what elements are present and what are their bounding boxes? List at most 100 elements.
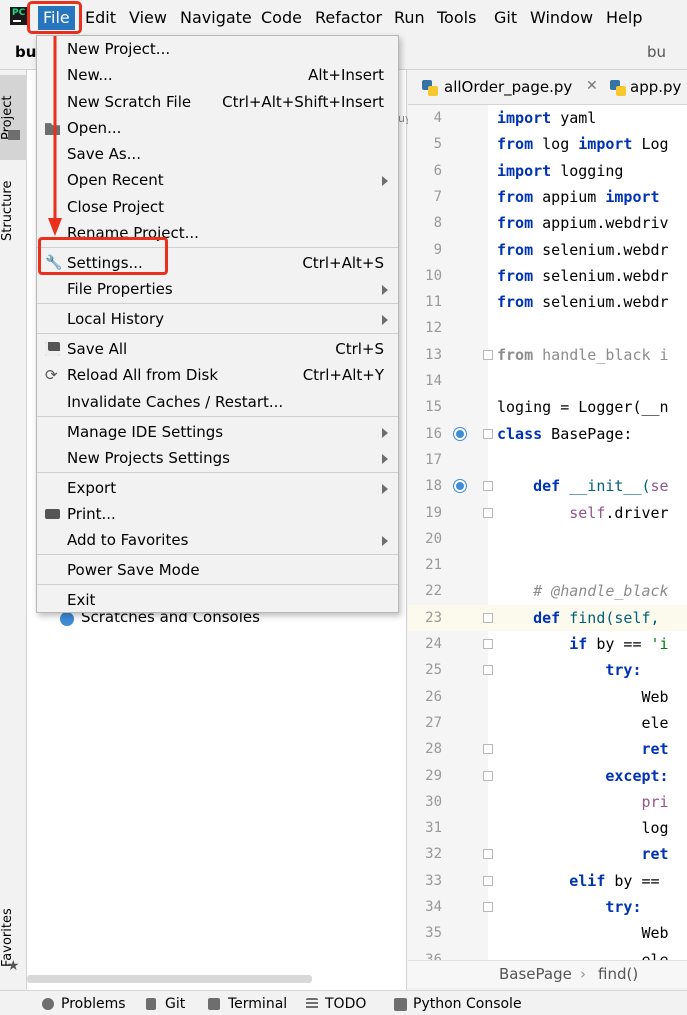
menu-item-file-properties[interactable]: File Properties bbox=[37, 276, 398, 302]
fold-marker-icon[interactable] bbox=[483, 770, 493, 781]
menu-separator bbox=[37, 416, 398, 417]
fold-marker-icon[interactable] bbox=[483, 349, 493, 360]
menu-item-save-as[interactable]: Save As... bbox=[37, 141, 398, 167]
structure-tab-label: Structure bbox=[0, 180, 15, 241]
menu-item-manage-ide-settings[interactable]: Manage IDE Settings bbox=[37, 419, 398, 445]
menu-item-label: Invalidate Caches / Restart... bbox=[67, 393, 284, 411]
code-line: 4 import yaml bbox=[408, 105, 687, 131]
menu-item-export[interactable]: Export bbox=[37, 475, 398, 501]
menu-item-save-all[interactable]: Save All Ctrl+S bbox=[37, 336, 398, 362]
code-line: 12 bbox=[408, 315, 687, 341]
menu-item-new-scratch-file[interactable]: New Scratch File Ctrl+Alt+Shift+Insert bbox=[37, 89, 398, 115]
terminal-tool-button[interactable]: Terminal bbox=[228, 996, 287, 1012]
code-token: __init__( bbox=[560, 477, 651, 496]
close-tab-icon[interactable]: ✕ bbox=[586, 78, 598, 94]
project-tool-tab[interactable]: Project bbox=[0, 75, 27, 160]
code-token: self bbox=[497, 503, 606, 522]
menu-item-close-project[interactable]: Close Project bbox=[37, 194, 398, 220]
menu-view[interactable]: View bbox=[124, 6, 172, 30]
menu-navigate[interactable]: Navigate bbox=[175, 6, 257, 30]
menu-item-local-history[interactable]: Local History bbox=[37, 306, 398, 332]
line-number: 30 bbox=[425, 793, 442, 810]
menu-git[interactable]: Git bbox=[489, 6, 522, 30]
line-number: 35 bbox=[425, 925, 442, 942]
save-disk-icon bbox=[45, 342, 60, 356]
code-token: if bbox=[497, 635, 588, 653]
code-line: 27 ele bbox=[408, 710, 687, 736]
breadcrumb-method[interactable]: find() bbox=[598, 965, 638, 983]
menu-item-shortcut: Alt+Insert bbox=[308, 66, 384, 84]
code-editor[interactable]: 4 import yaml 5 from log import Log 6 impor… bbox=[408, 105, 687, 960]
code-line: 6 import logging bbox=[408, 158, 687, 184]
python-console-tool-button[interactable]: Python Console bbox=[413, 996, 522, 1012]
nav-bar-right-text[interactable]: bu bbox=[647, 43, 666, 61]
menu-item-label: Close Project bbox=[67, 198, 164, 216]
code-line: 19 self.driver bbox=[408, 500, 687, 526]
menu-item-reload-from-disk[interactable]: ⟳ Reload All from Disk Ctrl+Alt+Y bbox=[37, 362, 398, 388]
line-number: 32 bbox=[425, 846, 442, 863]
fold-marker-icon[interactable] bbox=[483, 639, 493, 649]
menu-item-invalidate-caches[interactable]: Invalidate Caches / Restart... bbox=[37, 389, 398, 415]
menu-item-label: New... bbox=[67, 66, 113, 84]
menu-item-print[interactable]: Print... bbox=[37, 501, 398, 527]
fold-marker-icon[interactable] bbox=[483, 507, 493, 518]
code-token: Log bbox=[632, 135, 669, 154]
menu-refactor[interactable]: Refactor bbox=[310, 6, 387, 30]
menu-item-new-project[interactable]: New Project... bbox=[37, 36, 398, 62]
menu-edit[interactable]: Edit bbox=[80, 6, 121, 30]
code-token: pri bbox=[497, 792, 669, 811]
submenu-arrow-icon bbox=[382, 484, 388, 494]
code-line: 36 ele bbox=[408, 947, 687, 960]
menu-window[interactable]: Window bbox=[525, 6, 598, 30]
line-number: 4 bbox=[433, 110, 442, 126]
line-number: 11 bbox=[425, 294, 442, 311]
menu-item-new[interactable]: New... Alt+Insert bbox=[37, 62, 398, 88]
problems-tool-button[interactable]: Problems bbox=[61, 996, 126, 1012]
menu-item-label: New Project... bbox=[67, 40, 171, 58]
menu-bar: PC File Edit View Navigate Code Refactor… bbox=[0, 0, 687, 35]
code-token: ret bbox=[497, 740, 669, 759]
menu-tools[interactable]: Tools bbox=[432, 6, 481, 30]
menu-run[interactable]: Run bbox=[389, 6, 430, 30]
structure-tool-tab[interactable]: Structure bbox=[0, 168, 27, 253]
code-token: by == bbox=[605, 871, 660, 890]
todo-tool-button[interactable]: TODO bbox=[325, 996, 366, 1012]
override-marker-icon[interactable] bbox=[454, 480, 466, 493]
tab-app-py[interactable]: app.py bbox=[630, 78, 681, 96]
menu-item-new-projects-settings[interactable]: New Projects Settings bbox=[37, 445, 398, 471]
tab-allorder-page[interactable]: allOrder_page.py bbox=[444, 78, 572, 96]
code-token: import bbox=[497, 161, 552, 180]
code-token: ele bbox=[497, 950, 669, 960]
project-horizontal-scrollbar[interactable] bbox=[27, 975, 312, 983]
fold-marker-icon[interactable] bbox=[483, 612, 493, 623]
menu-item-open[interactable]: Open... bbox=[37, 115, 398, 141]
fold-marker-icon[interactable] bbox=[483, 875, 493, 886]
fold-marker-icon[interactable] bbox=[483, 902, 493, 912]
fold-marker-icon[interactable] bbox=[483, 665, 493, 676]
code-token: handle_black i bbox=[533, 345, 669, 364]
menu-help[interactable]: Help bbox=[601, 6, 647, 30]
star-icon: ★ bbox=[7, 958, 20, 974]
line-number: 22 bbox=[425, 583, 442, 600]
code-line: 30 pri bbox=[408, 789, 687, 815]
git-tool-button[interactable]: Git bbox=[165, 996, 185, 1012]
fold-marker-icon[interactable] bbox=[483, 744, 493, 755]
fold-marker-icon[interactable] bbox=[483, 849, 493, 860]
submenu-arrow-icon bbox=[382, 285, 388, 295]
fold-marker-icon[interactable] bbox=[483, 428, 493, 439]
code-line: 31 log bbox=[408, 815, 687, 841]
line-number: 34 bbox=[425, 899, 442, 915]
project-name[interactable]: bu bbox=[15, 43, 36, 61]
code-line: 14 bbox=[408, 368, 687, 394]
menu-item-add-to-favorites[interactable]: Add to Favorites bbox=[37, 527, 398, 553]
menu-item-power-save-mode[interactable]: Power Save Mode bbox=[37, 557, 398, 583]
code-token: se bbox=[650, 477, 669, 496]
fold-marker-icon[interactable] bbox=[483, 481, 493, 492]
code-line: 26 Web bbox=[408, 684, 687, 710]
menu-item-exit[interactable]: Exit bbox=[37, 587, 398, 613]
breadcrumb-class[interactable]: BasePage bbox=[499, 965, 572, 983]
menu-code[interactable]: Code bbox=[256, 6, 307, 30]
menu-item-open-recent[interactable]: Open Recent bbox=[37, 167, 398, 193]
implemented-marker-icon[interactable] bbox=[454, 427, 466, 440]
code-comment: # @handle_black bbox=[497, 582, 669, 601]
